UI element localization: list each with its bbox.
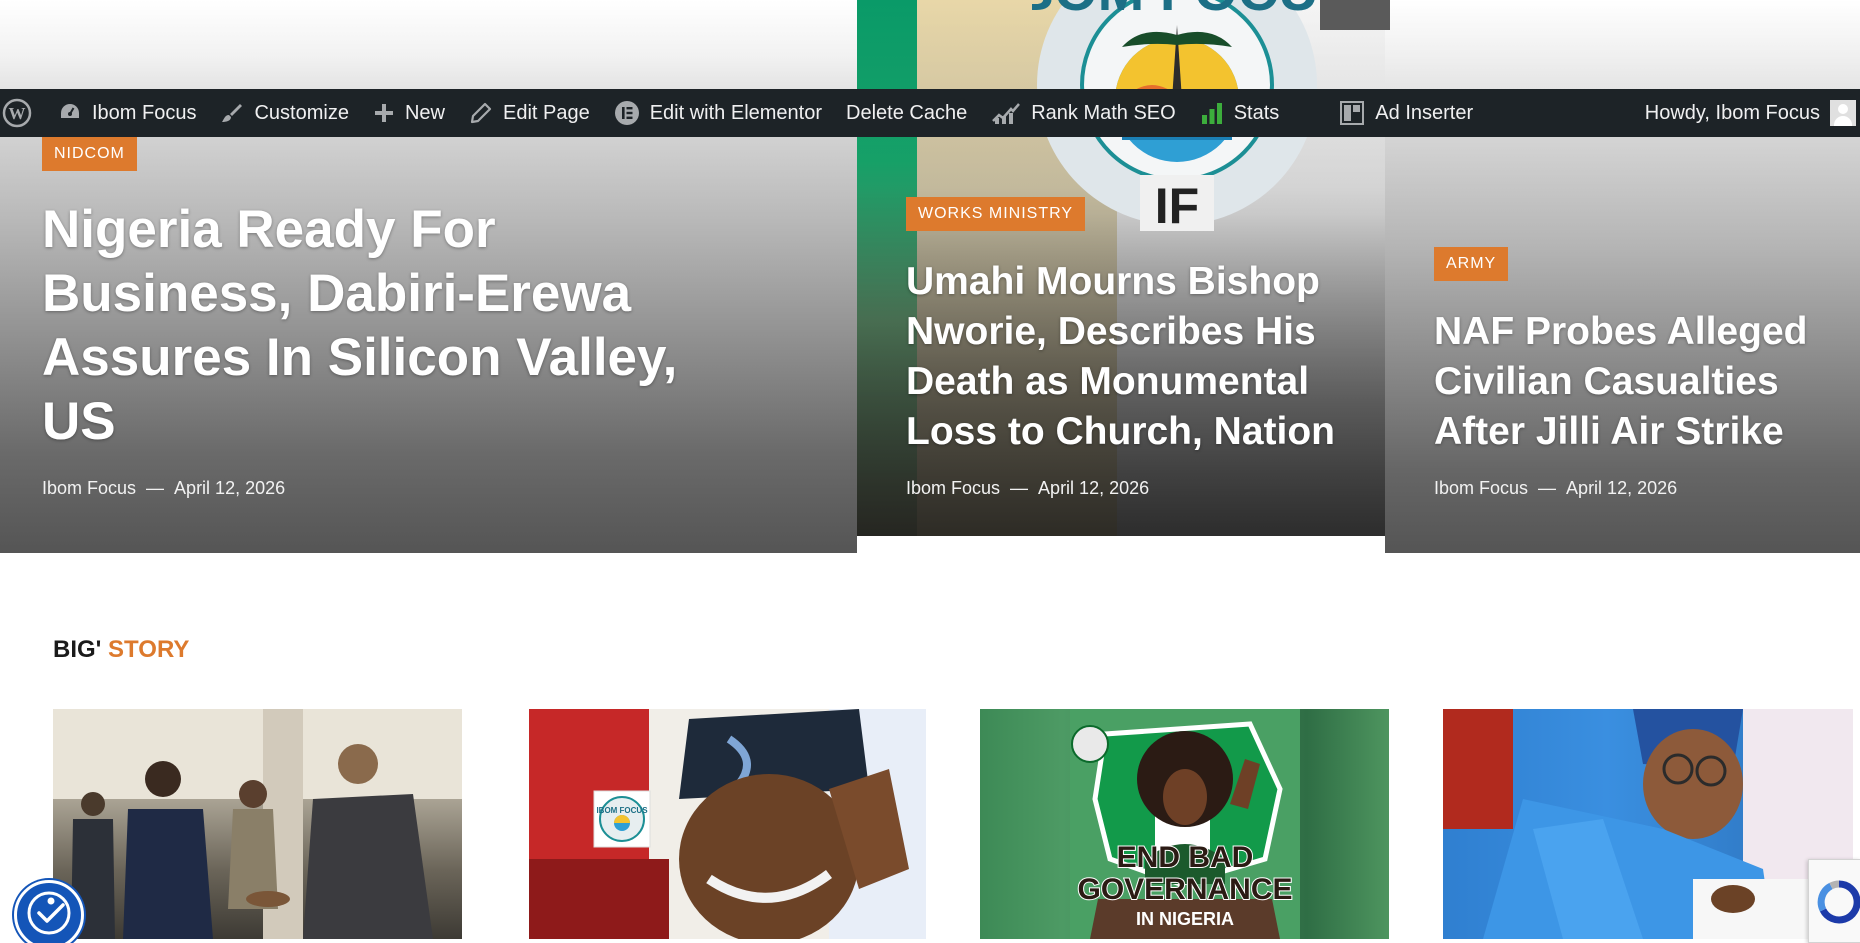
ad-inserter-label: Ad Inserter <box>1375 101 1474 124</box>
logo-badge: IF <box>1155 178 1199 234</box>
dashboard-icon <box>61 104 79 118</box>
post-date: April 12, 2026 <box>174 478 286 498</box>
section-title-part1: BIG' <box>53 636 102 663</box>
story-image-smiling-leader: IBOM FOCUS <box>529 709 926 939</box>
logo-text: IBOM FOCUS <box>596 806 648 815</box>
delete-cache-link[interactable]: Delete Cache <box>834 89 979 137</box>
article-meta: Ibom Focus — April 12, 2026 <box>906 478 1149 499</box>
elementor-label: Edit with Elementor <box>649 101 823 124</box>
pencil-icon <box>470 102 492 124</box>
author-link[interactable]: Ibom Focus <box>906 478 1000 499</box>
recaptcha-badge[interactable] <box>1808 859 1860 943</box>
edit-page-label: Edit Page <box>502 101 590 124</box>
meta-separator: — <box>1538 478 1557 498</box>
section-title-big-story: BIG' STORY <box>53 636 189 664</box>
wp-logo-menu[interactable]: W <box>0 89 46 137</box>
post-date: April 12, 2026 <box>1038 478 1150 498</box>
ad-inserter-icon <box>1340 101 1365 125</box>
recaptcha-icon <box>1817 880 1860 924</box>
meta-separator: — <box>1010 478 1029 498</box>
stats-bars-icon <box>1201 103 1222 124</box>
plus-icon <box>374 104 393 122</box>
author-link[interactable]: Ibom Focus <box>1434 478 1528 499</box>
ad-inserter-link[interactable]: Ad Inserter <box>1327 89 1485 137</box>
accessibility-button[interactable] <box>14 880 84 943</box>
rank-math-menu[interactable]: Rank Math SEO <box>979 89 1188 137</box>
new-label: New <box>404 101 445 124</box>
stats-link[interactable]: Stats <box>1188 89 1292 137</box>
edit-with-elementor-link[interactable]: Edit with Elementor <box>602 89 834 137</box>
elementor-icon <box>614 101 639 125</box>
customize-link[interactable]: Customize <box>208 89 360 137</box>
stats-label: Stats <box>1233 101 1280 124</box>
accessibility-icon <box>27 891 71 935</box>
edit-page-link[interactable]: Edit Page <box>457 89 602 137</box>
story-thumbnail[interactable]: END BAD GOVERNANCE IN NIGERIA <box>980 709 1389 939</box>
section-title-part2: STORY <box>101 636 190 663</box>
story-image-end-bad-governance: END BAD GOVERNANCE IN NIGERIA <box>1070 709 1300 939</box>
category-badge-army[interactable]: ARMY <box>1434 247 1509 281</box>
article-meta: Ibom Focus — April 12, 2026 <box>1434 478 1677 499</box>
hero-article-title[interactable]: NAF Probes Alleged Civilian Casualties A… <box>1434 307 1854 457</box>
rank-math-label: Rank Math SEO <box>1031 101 1176 124</box>
card-text-end-bad: END BAD <box>1117 841 1254 874</box>
rank-math-icon <box>992 103 1021 124</box>
my-account-menu[interactable]: Howdy, Ibom Focus <box>1645 89 1860 137</box>
avatar <box>1830 100 1856 126</box>
site-name-menu[interactable]: Ibom Focus <box>46 89 208 137</box>
card-text-in-nigeria: IN NIGERIA <box>1136 909 1234 929</box>
story-thumbnail[interactable] <box>53 709 462 939</box>
author-link[interactable]: Ibom Focus <box>42 478 136 499</box>
site-name-label: Ibom Focus <box>92 101 197 124</box>
wp-admin-bar: W Ibom Focus Customize New Edit Page Edi… <box>0 89 1860 137</box>
new-content-menu[interactable]: New <box>361 89 457 137</box>
delete-cache-label: Delete Cache <box>846 101 968 124</box>
logo-text: IBOM FOCUS <box>1032 0 1322 22</box>
hero-article-title[interactable]: Nigeria Ready For Business, Dabiri-Erewa… <box>42 198 742 454</box>
customize-label: Customize <box>254 101 349 124</box>
howdy-greeting: Howdy, Ibom Focus <box>1644 101 1820 124</box>
wordpress-icon: W <box>2 98 32 128</box>
story-image-handshake <box>53 709 462 939</box>
category-badge-works-ministry[interactable]: WORKS MINISTRY <box>906 197 1086 231</box>
article-meta: Ibom Focus — April 12, 2026 <box>42 478 285 499</box>
paintbrush-icon <box>222 104 243 122</box>
story-image-signing <box>1443 709 1853 939</box>
post-date: April 12, 2026 <box>1566 478 1678 498</box>
svg-text:W: W <box>9 104 26 123</box>
story-thumbnail[interactable]: IBOM FOCUS <box>529 709 926 939</box>
category-badge-nidcom[interactable]: NIDCOM <box>42 137 137 171</box>
hero-slider: IBOM FOCUS IF NIDCOM Nigeria Ready For B… <box>0 0 1860 553</box>
story-thumbnail[interactable] <box>1443 709 1853 939</box>
hero-article-title[interactable]: Umahi Mourns Bishop Nworie, Describes Hi… <box>906 257 1346 457</box>
card-text-governance: GOVERNANCE <box>1077 873 1292 906</box>
hero-gap <box>857 536 1385 553</box>
meta-separator: — <box>146 478 165 498</box>
